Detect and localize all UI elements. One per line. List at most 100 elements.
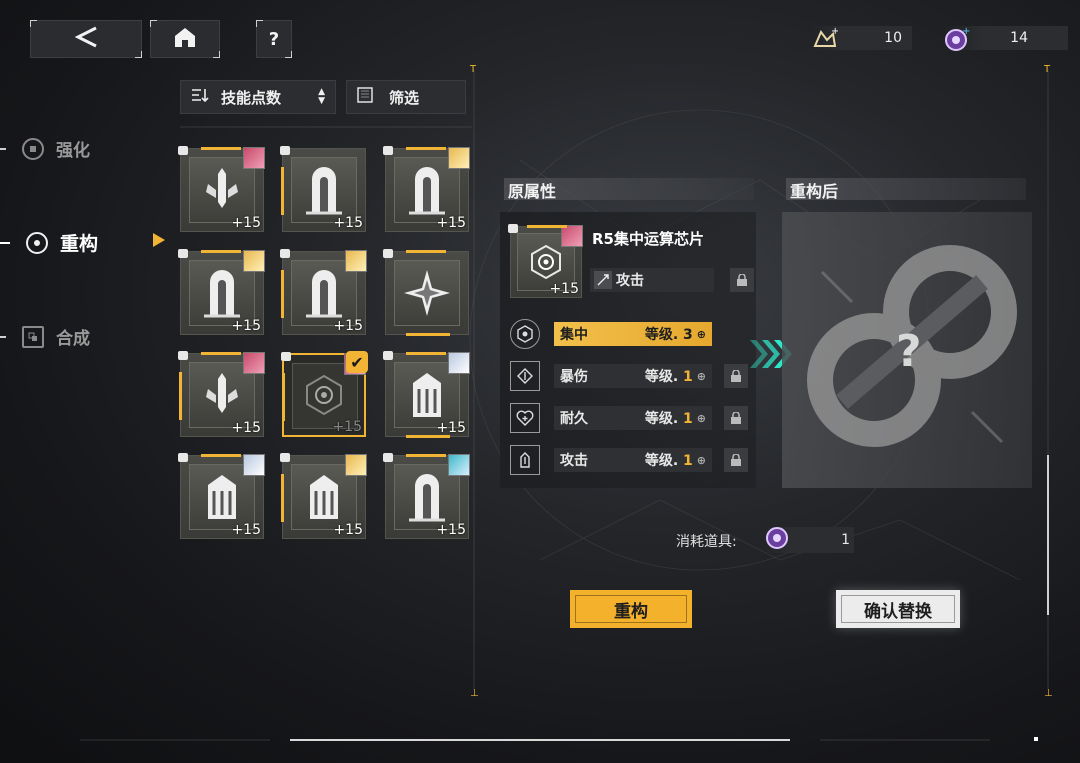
- character-avatar: [448, 352, 470, 374]
- nav-item-synthesize[interactable]: 合成: [0, 324, 90, 349]
- result-header: 重构后: [786, 178, 1026, 201]
- attr-lock-button[interactable]: [724, 448, 748, 472]
- main-attr-label: 攻击: [616, 273, 644, 289]
- attack-icon: [594, 271, 612, 289]
- attr-name: 攻击: [560, 453, 588, 469]
- chip-card[interactable]: +15: [178, 146, 265, 232]
- chip-level: +15: [231, 318, 261, 334]
- attr-bar-attack: 攻击 等级. 1 ⊕: [554, 448, 712, 472]
- attr-row-attack[interactable]: 攻击 等级. 1 ⊕: [510, 445, 748, 475]
- character-avatar: [448, 147, 470, 169]
- chip-card[interactable]: +15: [383, 146, 470, 232]
- chip-card[interactable]: +15: [280, 249, 367, 335]
- nav-pointer-icon: [152, 232, 166, 252]
- chip-level: +15: [333, 215, 363, 231]
- lock-icon: [737, 273, 747, 286]
- home-button[interactable]: [150, 20, 220, 58]
- nav-item-rebuild[interactable]: 重构: [0, 229, 98, 256]
- consume-label: 消耗道具:: [676, 534, 737, 550]
- chip-name: R5集中运算芯片: [592, 230, 704, 248]
- chip-card[interactable]: +15: [178, 453, 265, 539]
- sort-button[interactable]: 技能点数 ▲ ▼: [180, 80, 336, 114]
- chip-card[interactable]: +15: [178, 351, 265, 437]
- lock-icon: [383, 351, 393, 360]
- chip-level: +15: [333, 318, 363, 334]
- chip-level: +15: [436, 420, 466, 436]
- attr-bar-durability: 耐久 等级. 1 ⊕: [554, 406, 712, 430]
- attack-attr-icon: [510, 445, 540, 475]
- help-icon: ?: [268, 28, 280, 50]
- nav-label-rebuild: 重构: [60, 233, 99, 255]
- chip-card[interactable]: +15: [383, 351, 470, 438]
- consume-item: 1: [764, 527, 854, 553]
- zoom-icon[interactable]: ⊕: [697, 412, 706, 425]
- character-avatar: [448, 454, 470, 476]
- purple-chip-plus-icon: +: [944, 26, 970, 51]
- focus-icon: [510, 319, 540, 349]
- attr-row-focus[interactable]: 集中 等级. 3 ⊕: [510, 319, 712, 349]
- sort-label: 技能点数: [221, 88, 282, 107]
- character-avatar: [561, 225, 583, 247]
- rebuild-button[interactable]: 重构: [570, 590, 692, 628]
- character-avatar: [345, 250, 367, 272]
- nav-label-enhance: 强化: [56, 141, 90, 161]
- attr-row-durability[interactable]: 耐久 等级. 1 ⊕: [510, 403, 748, 433]
- attr-name: 暴伤: [560, 369, 588, 385]
- back-button[interactable]: [30, 20, 142, 58]
- sort-toggle-icon: ▲ ▼: [318, 87, 325, 106]
- chip-level: +15: [231, 420, 261, 436]
- zoom-icon[interactable]: ⊕: [697, 370, 706, 383]
- durability-icon: [510, 403, 540, 433]
- character-avatar: [243, 147, 265, 169]
- main-attr-bar: 攻击: [590, 268, 714, 292]
- filter-button[interactable]: 筛选: [346, 80, 466, 114]
- currency-ticket[interactable]: + 10: [812, 26, 912, 50]
- attr-lock-button[interactable]: [724, 364, 748, 388]
- sort-icon: [191, 88, 209, 106]
- zoom-icon[interactable]: ⊕: [697, 328, 706, 341]
- svg-text:⊥: ⊥: [470, 688, 479, 699]
- character-avatar: [243, 250, 265, 272]
- synthesize-icon: [22, 325, 44, 348]
- lock-icon: [731, 453, 741, 466]
- selected-check-icon: ✔: [346, 351, 368, 373]
- attr-row-critdmg[interactable]: 暴伤 等级. 1 ⊕: [510, 361, 748, 391]
- svg-text:T: T: [1043, 64, 1051, 75]
- currency-chip[interactable]: + 14: [944, 26, 1068, 51]
- attr-bar-critdmg: 暴伤 等级. 1 ⊕: [554, 364, 712, 388]
- chip-card[interactable]: +15: [178, 249, 265, 335]
- main-attr-lock-button[interactable]: [730, 268, 754, 292]
- character-avatar: [243, 454, 265, 476]
- zoom-icon[interactable]: ⊕: [697, 454, 706, 467]
- nav-label-synthesize: 合成: [56, 329, 90, 349]
- rebuild-icon: [26, 231, 48, 254]
- star-chip-icon: [386, 252, 468, 334]
- help-button[interactable]: ?: [256, 20, 292, 58]
- svg-text:⊥: ⊥: [1044, 688, 1053, 699]
- chip-card[interactable]: +15: [383, 453, 470, 539]
- character-avatar: [345, 454, 367, 476]
- attr-lock-button[interactable]: [724, 406, 748, 430]
- original-chip-card: +15: [508, 224, 583, 298]
- chip-card[interactable]: +15 ✔: [281, 351, 368, 437]
- chip-level: +15: [333, 522, 363, 538]
- chip-level: +15: [231, 215, 261, 231]
- crit-damage-icon: [510, 361, 540, 391]
- filter-label: 筛选: [389, 88, 420, 107]
- lock-icon: [178, 146, 188, 155]
- chip-card[interactable]: [383, 249, 469, 336]
- lock-icon: [731, 369, 741, 382]
- confirm-replace-button[interactable]: 确认替换: [836, 590, 960, 628]
- lock-icon: [383, 249, 393, 258]
- home-icon: [172, 25, 198, 53]
- svg-text:T: T: [469, 64, 477, 75]
- nav-item-enhance[interactable]: 强化: [0, 136, 90, 161]
- ticket-plus-icon: +: [812, 26, 839, 50]
- lock-icon: [731, 411, 741, 424]
- svg-text:+: +: [962, 26, 970, 37]
- attr-level: 等级. 1: [644, 453, 693, 469]
- chip-card[interactable]: +15: [280, 146, 366, 232]
- attr-name: 集中: [560, 327, 588, 343]
- chip-level: +15: [231, 522, 261, 538]
- chip-card[interactable]: +15: [280, 453, 367, 539]
